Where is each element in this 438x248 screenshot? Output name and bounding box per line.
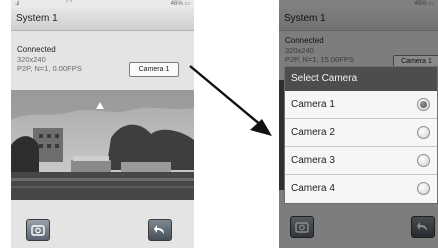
battery-percent: 46%: [170, 1, 183, 7]
camera-select-button[interactable]: Camera 1: [129, 62, 179, 77]
camera-video-feed: [11, 90, 194, 200]
radio-icon[interactable]: [417, 98, 430, 111]
status-bar: ...ıl ◠ 46% ▭: [11, 0, 194, 8]
connection-info: Connected 320x240 P2P, N=1, 0.00FPS: [17, 45, 82, 74]
title-bar: System 1: [11, 8, 194, 31]
phone-screen-left: ...ıl ◠ 46% ▭ System 1 Connected 320x240…: [11, 0, 194, 248]
phone-screen-right: 45% ▭ System 1 Connected 320x240 P2P, N=…: [279, 0, 438, 248]
radio-icon[interactable]: [417, 182, 430, 195]
status-right: 46% ▭: [171, 0, 190, 8]
wifi-icon: ◠: [66, 0, 73, 6]
camera-icon[interactable]: [26, 219, 50, 241]
camera-option-4[interactable]: Camera 4: [285, 175, 437, 202]
arrow-icon: [189, 65, 272, 136]
signal-icon: ...ıl: [15, 1, 19, 7]
camera-option-1[interactable]: Camera 1: [285, 91, 437, 119]
option-label: Camera 3: [291, 155, 335, 166]
camera-option-3[interactable]: Camera 3: [285, 147, 437, 175]
option-label: Camera 1: [291, 99, 335, 110]
option-label: Camera 2: [291, 127, 335, 138]
connection-status: Connected: [17, 45, 56, 54]
radio-icon[interactable]: [417, 126, 430, 139]
dialog-title: Select Camera: [285, 67, 437, 91]
camera-option-2[interactable]: Camera 2: [285, 119, 437, 147]
radio-icon[interactable]: [417, 154, 430, 167]
page-title: System 1: [16, 13, 58, 24]
bottom-toolbar: [11, 214, 194, 244]
video-frame: [11, 90, 194, 200]
option-label: Camera 4: [291, 183, 335, 194]
back-arrow-icon[interactable]: [148, 219, 172, 241]
select-camera-dialog: Select Camera Camera 1 Camera 2 Camera 3…: [284, 66, 438, 204]
battery-icon: ▭: [184, 1, 190, 7]
resolution-text: 320x240: [17, 54, 46, 64]
stream-stats: P2P, N=1, 0.00FPS: [17, 64, 82, 73]
